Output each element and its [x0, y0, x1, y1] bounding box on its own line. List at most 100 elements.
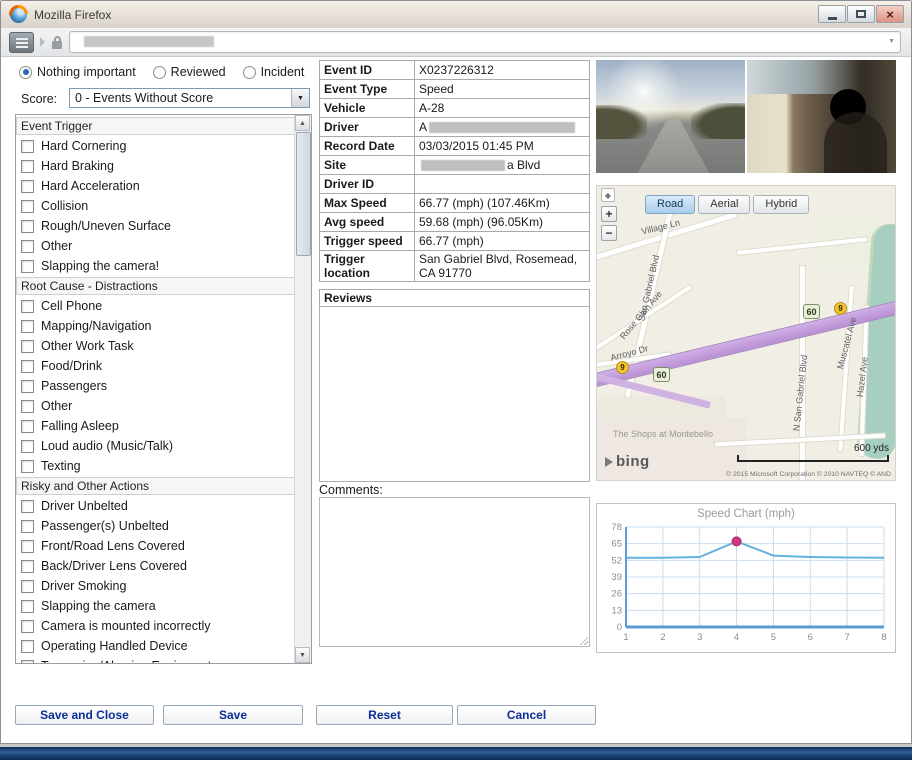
checkbox-item[interactable]: Rough/Uneven Surface: [16, 216, 295, 236]
radio-icon[interactable]: [243, 66, 256, 79]
checkbox-item[interactable]: Tampering/Abusing Equipment: [16, 656, 295, 663]
checkbox-icon[interactable]: [21, 220, 34, 233]
save-button[interactable]: Save: [163, 705, 303, 725]
close-icon: ×: [886, 8, 894, 21]
route-shield-60: 60: [803, 304, 820, 319]
checkbox-item[interactable]: Slapping the camera!: [16, 256, 295, 276]
route-shield-60: 60: [653, 367, 670, 382]
url-dropdown-icon[interactable]: ▼: [888, 38, 895, 45]
checkbox-icon[interactable]: [21, 660, 34, 664]
detail-row-site: Sitea Blvd: [320, 156, 590, 175]
scroll-up-icon[interactable]: ▲: [295, 115, 310, 131]
privacy-blur-circle: [830, 89, 866, 125]
checkbox-item[interactable]: Mapping/Navigation: [16, 316, 295, 336]
checkbox-icon[interactable]: [21, 200, 34, 213]
map[interactable]: Village Ln San Gabriel Blvd Rose Glen Av…: [596, 185, 896, 481]
minimize-icon: [828, 17, 837, 20]
checkbox-item[interactable]: Cell Phone: [16, 296, 295, 316]
checkbox-item[interactable]: Hard Braking: [16, 156, 295, 176]
url-bar[interactable]: ▼: [69, 31, 901, 53]
map-shops-area: [597, 418, 747, 481]
select-arrow-icon[interactable]: ▼: [291, 89, 309, 107]
checkbox-icon[interactable]: [21, 240, 34, 253]
checkbox-item[interactable]: Front/Road Lens Covered: [16, 536, 295, 556]
checkbox-item[interactable]: Driver Smoking: [16, 576, 295, 596]
detail-row-driver-id: Driver ID: [320, 175, 590, 194]
checkbox-icon[interactable]: [21, 160, 34, 173]
checkbox-icon[interactable]: [21, 340, 34, 353]
radio-icon[interactable]: [153, 66, 166, 79]
checkbox-icon[interactable]: [21, 520, 34, 533]
checkbox-item[interactable]: Hard Acceleration: [16, 176, 295, 196]
checkbox-icon[interactable]: [21, 560, 34, 573]
svg-text:0: 0: [617, 622, 622, 633]
chevron-icon: [40, 37, 45, 47]
map-zoom-out-button[interactable]: −: [601, 225, 617, 241]
checklist-scrollbar[interactable]: ▲ ▼: [294, 115, 311, 663]
score-select[interactable]: 0 - Events Without Score ▼: [69, 88, 310, 108]
checkbox-item[interactable]: Driver Unbelted: [16, 496, 295, 516]
scroll-down-icon[interactable]: ▼: [295, 647, 310, 663]
checkbox-item[interactable]: Back/Driver Lens Covered: [16, 556, 295, 576]
detail-row-vehicle: VehicleA-28: [320, 99, 590, 118]
radio-option-reviewed[interactable]: Reviewed: [153, 65, 226, 79]
maximize-button[interactable]: [847, 5, 875, 23]
checkbox-icon[interactable]: [21, 540, 34, 553]
svg-text:52: 52: [611, 555, 622, 566]
detail-row-event-id: Event IDX0237226312: [320, 61, 590, 80]
reset-button[interactable]: Reset: [316, 705, 453, 725]
checkbox-item[interactable]: Food/Drink: [16, 356, 295, 376]
checkbox-icon[interactable]: [21, 140, 34, 153]
map-compass-icon[interactable]: ◆: [601, 188, 615, 202]
cancel-button[interactable]: Cancel: [457, 705, 596, 725]
checkbox-icon[interactable]: [21, 420, 34, 433]
checkbox-item[interactable]: Passengers: [16, 376, 295, 396]
checkbox-item[interactable]: Operating Handled Device: [16, 636, 295, 656]
checkbox-icon[interactable]: [21, 580, 34, 593]
bing-logo[interactable]: bing: [605, 453, 650, 470]
lock-icon[interactable]: [52, 41, 62, 49]
taskbar[interactable]: [0, 747, 912, 760]
checkbox-icon[interactable]: [21, 180, 34, 193]
checkbox-icon[interactable]: [21, 260, 34, 273]
radio-icon[interactable]: [19, 66, 32, 79]
radio-option-incident[interactable]: Incident: [243, 65, 305, 79]
checkbox-icon[interactable]: [21, 500, 34, 513]
map-view-hybrid-button[interactable]: Hybrid: [753, 195, 809, 214]
checkbox-icon[interactable]: [21, 440, 34, 453]
scroll-thumb[interactable]: [296, 132, 311, 256]
checkbox-item[interactable]: Slapping the camera: [16, 596, 295, 616]
checkbox-item[interactable]: Passenger(s) Unbelted: [16, 516, 295, 536]
map-view-road-button[interactable]: Road: [645, 195, 695, 214]
comments-input[interactable]: [319, 497, 590, 647]
checkbox-icon[interactable]: [21, 620, 34, 633]
navigation-toolbar: ▼: [1, 28, 911, 57]
checkbox-item[interactable]: Hard Cornering: [16, 136, 295, 156]
checkbox-item[interactable]: Loud audio (Music/Talk): [16, 436, 295, 456]
checkbox-item[interactable]: Camera is mounted incorrectly: [16, 616, 295, 636]
checkbox-icon[interactable]: [21, 300, 34, 313]
checkbox-icon[interactable]: [21, 600, 34, 613]
map-copyright: © 2015 Microsoft Corporation © 2010 NAVT…: [726, 471, 891, 478]
checkbox-item[interactable]: Other: [16, 236, 295, 256]
checkbox-icon[interactable]: [21, 320, 34, 333]
close-button[interactable]: ×: [876, 5, 904, 23]
checkbox-item[interactable]: Other: [16, 396, 295, 416]
save-and-close-button[interactable]: Save and Close: [15, 705, 154, 725]
trigger-checklist: Event TriggerHard CorneringHard BrakingH…: [15, 114, 312, 664]
map-view-aerial-button[interactable]: Aerial: [698, 195, 750, 214]
checkbox-icon[interactable]: [21, 640, 34, 653]
map-zoom-in-button[interactable]: +: [601, 206, 617, 222]
checkbox-item[interactable]: Texting: [16, 456, 295, 476]
checkbox-item[interactable]: Falling Asleep: [16, 416, 295, 436]
checkbox-item[interactable]: Other Work Task: [16, 336, 295, 356]
page-icon[interactable]: [9, 32, 34, 53]
radio-option-nothing-important[interactable]: Nothing important: [19, 65, 136, 79]
checkbox-icon[interactable]: [21, 360, 34, 373]
checkbox-icon[interactable]: [21, 460, 34, 473]
checkbox-item[interactable]: Collision: [16, 196, 295, 216]
titlebar[interactable]: Mozilla Firefox ×: [1, 1, 911, 29]
checkbox-icon[interactable]: [21, 380, 34, 393]
minimize-button[interactable]: [818, 5, 846, 23]
checkbox-icon[interactable]: [21, 400, 34, 413]
